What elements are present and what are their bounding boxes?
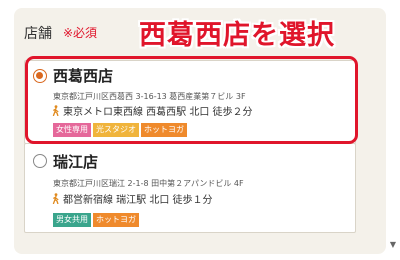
annotation-title: 西葛西店を選択 — [139, 20, 335, 51]
store-option-mizue[interactable]: 瑞江店 東京都江戸川区瑞江 2-1-8 田中第２アパンドビル 4F 都営新宿線 … — [24, 143, 356, 233]
tag-women-only: 女性専用 — [53, 123, 91, 137]
required-label: ※必須 — [63, 26, 98, 40]
store-tags: 男女共用 ホットヨガ — [53, 213, 139, 227]
scroll-down-icon[interactable]: ▼ — [390, 240, 396, 249]
store-option-nishikasai[interactable]: 西葛西店 東京都江戸川区西葛西 3-16-13 葛西産業第７ビル 3F 東京メト… — [24, 60, 356, 144]
store-access-text: 東京メトロ東西線 西葛西駅 北口 徒歩２分 — [63, 107, 253, 118]
tag-hot-yoga: ホットヨガ — [141, 123, 187, 137]
store-address: 東京都江戸川区瑞江 2-1-8 田中第２アパンドビル 4F — [53, 179, 244, 188]
tag-light-studio: 光スタジオ — [93, 123, 139, 137]
radio-unselected-icon[interactable] — [33, 154, 47, 168]
store-tags: 女性専用 光スタジオ ホットヨガ — [53, 123, 187, 137]
tag-unisex: 男女共用 — [53, 213, 91, 227]
store-access: 東京メトロ東西線 西葛西駅 北口 徒歩２分 — [51, 103, 253, 118]
walking-person-icon — [52, 105, 59, 116]
store-access-text: 都営新宿線 瑞江駅 北口 徒歩１分 — [63, 195, 213, 206]
store-access: 都営新宿線 瑞江駅 北口 徒歩１分 — [51, 191, 213, 206]
field-label: 店舗 — [24, 26, 52, 42]
store-name: 瑞江店 — [53, 153, 99, 171]
store-name: 西葛西店 — [53, 67, 114, 85]
radio-selected-icon[interactable] — [33, 69, 47, 83]
store-address: 東京都江戸川区西葛西 3-16-13 葛西産業第７ビル 3F — [53, 92, 246, 101]
walking-person-icon — [52, 193, 59, 204]
tag-hot-yoga: ホットヨガ — [93, 213, 139, 227]
